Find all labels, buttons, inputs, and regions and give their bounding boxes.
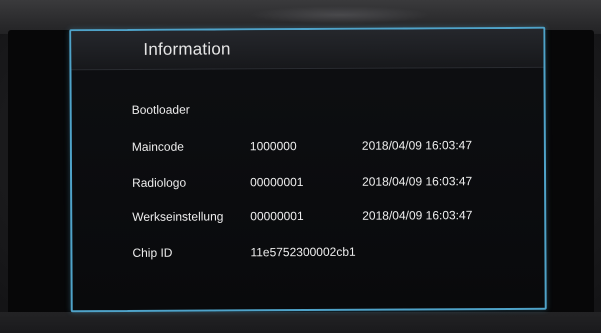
information-panel: Information Bootloader Maincode 1000000 …	[69, 26, 547, 313]
reflection-glare	[250, 6, 430, 24]
row-label: Radiologo	[132, 175, 187, 190]
tv-bezel-bottom	[0, 312, 601, 333]
row-label: Chip ID	[132, 245, 173, 260]
row-date: 2018/04/09 16:03:47	[362, 174, 473, 189]
panel-header: Information	[71, 28, 544, 71]
row-value: 1000000	[249, 139, 297, 154]
row-date: 2018/04/09 16:03:47	[361, 138, 473, 153]
info-row-maincode: Maincode 1000000 2018/04/09 16:03:47	[72, 138, 544, 160]
info-row-radiologo: Radiologo 00000001 2018/04/09 16:03:47	[72, 174, 544, 196]
row-label: Maincode	[131, 139, 184, 154]
row-date: 2018/04/09 16:03:47	[362, 208, 473, 223]
info-row-bootloader: Bootloader	[72, 101, 544, 123]
row-label: Bootloader	[131, 102, 190, 117]
row-value: 11e5752300002cb1	[250, 244, 356, 260]
row-value: 00000001	[250, 209, 304, 224]
info-row-chip-id: Chip ID 11e5752300002cb1	[72, 244, 544, 266]
row-label: Werkseinstellung	[132, 209, 224, 224]
panel-title: Information	[143, 39, 231, 59]
info-row-werkseinstellung: Werkseinstellung 00000001 2018/04/09 16:…	[72, 208, 544, 230]
photo-frame: Information Bootloader Maincode 1000000 …	[0, 0, 601, 333]
row-value: 00000001	[250, 175, 304, 190]
